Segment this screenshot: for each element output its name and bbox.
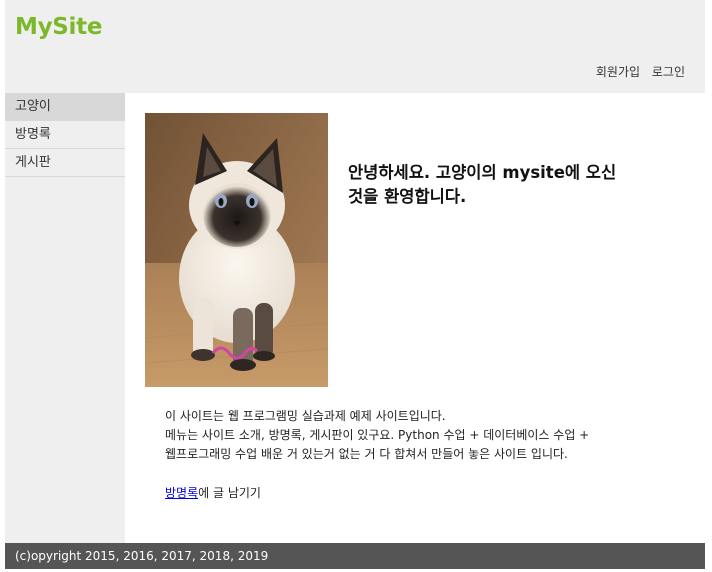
sidebar-item-board[interactable]: 게시판 [5, 149, 125, 177]
intro-line-1: 이 사이트는 웹 프로그램밍 실습과제 예제 사이트입니다. [165, 409, 446, 423]
footer: (c)opyright 2015, 2016, 2017, 2018, 2019 [5, 543, 705, 569]
cat-photo [145, 113, 328, 387]
sidebar-menu: 고양이 방명록 게시판 [5, 93, 125, 177]
welcome-line-2: 것을 환영합니다. [348, 187, 467, 206]
page-container: MySite 회원가입 로그인 고양이 방명록 게시판 안녕하세요. 고양이의 … [5, 0, 705, 572]
welcome-line-1: 안녕하세요. 고양이의 mysite에 오신 [348, 163, 617, 182]
site-title[interactable]: MySite [15, 14, 102, 40]
intro-line-2: 메뉴는 사이트 소개, 방명록, 게시판이 있구요. Python 수업 + 데… [165, 428, 590, 442]
guestbook-suffix: 에 글 남기기 [198, 486, 261, 500]
sidebar: 고양이 방명록 게시판 [5, 93, 125, 543]
main-content: 안녕하세요. 고양이의 mysite에 오신 것을 환영합니다. 이 사이트는 … [125, 93, 705, 543]
intro-text: 이 사이트는 웹 프로그램밍 실습과제 예제 사이트입니다. 메뉴는 사이트 소… [165, 407, 685, 464]
login-link[interactable]: 로그인 [652, 65, 685, 79]
copyright-text: (c)opyright 2015, 2016, 2017, 2018, 2019 [15, 549, 269, 563]
header: MySite 회원가입 로그인 [5, 0, 705, 93]
guestbook-link[interactable]: 방명록 [165, 486, 198, 500]
sidebar-item-cat[interactable]: 고양이 [5, 93, 125, 121]
signup-link[interactable]: 회원가입 [596, 65, 640, 79]
intro-line-3: 웹프로그래밍 수업 배운 거 있는거 없는 거 다 합쳐서 만들어 놓은 사이트… [165, 447, 568, 461]
welcome-heading: 안녕하세요. 고양이의 mysite에 오신 것을 환영합니다. [348, 161, 668, 209]
guestbook-line: 방명록에 글 남기기 [165, 484, 261, 501]
sidebar-item-guestbook[interactable]: 방명록 [5, 121, 125, 149]
header-links: 회원가입 로그인 [588, 63, 685, 80]
